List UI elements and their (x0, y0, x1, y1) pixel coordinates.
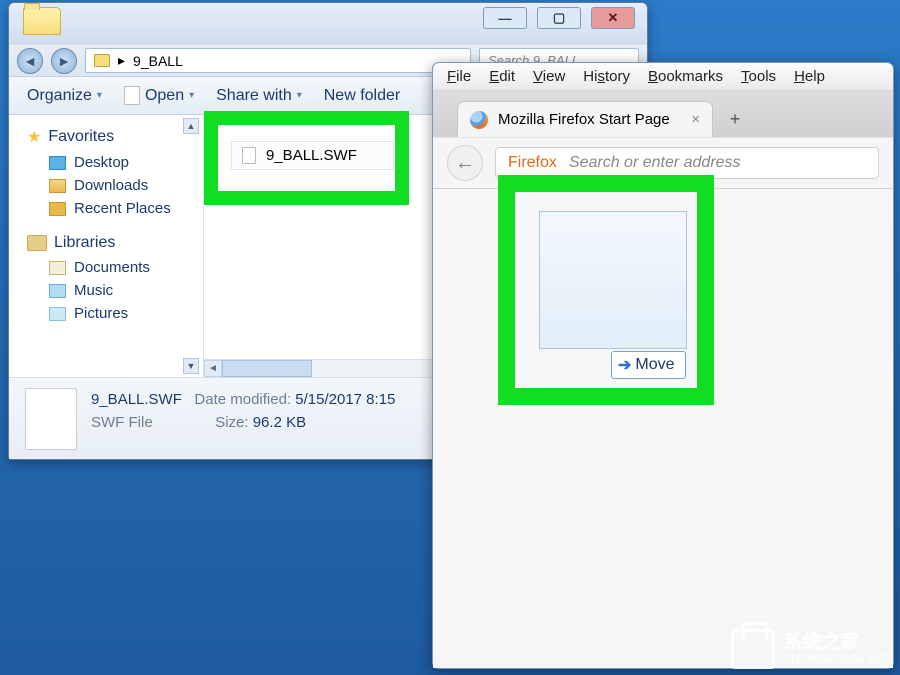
watermark-line1: 系统之家 (783, 633, 892, 654)
status-size-value: 96.2 KB (253, 414, 306, 431)
firefox-menubar: File Edit View History Bookmarks Tools H… (433, 63, 893, 91)
drag-ghost (539, 211, 687, 349)
tab-strip: Mozilla Firefox Start Page × + (433, 91, 893, 137)
folder-small-icon (94, 54, 110, 67)
status-filetype: SWF File (91, 414, 153, 431)
nav-recent-places[interactable]: Recent Places (21, 197, 199, 220)
arrow-right-icon: ➔ (618, 355, 631, 375)
open-menu[interactable]: Open▾ (124, 86, 194, 105)
close-button[interactable]: ✕ (591, 7, 635, 29)
menu-help[interactable]: Help (794, 68, 825, 85)
music-icon (49, 284, 66, 298)
menu-tools[interactable]: Tools (741, 68, 776, 85)
browser-content[interactable]: ➔ Move (433, 189, 893, 668)
tab-title: Mozilla Firefox Start Page (498, 111, 670, 128)
new-folder-button[interactable]: New folder (324, 87, 400, 105)
maximize-button[interactable]: ▢ (537, 7, 581, 29)
nav-pane[interactable]: ▲ ▼ ★Favorites Desktop Downloads Recent … (9, 115, 204, 377)
drag-tooltip: ➔ Move (611, 351, 686, 379)
browser-back-button[interactable]: ← (447, 145, 483, 181)
url-brand: Firefox (508, 154, 557, 172)
libraries-header[interactable]: Libraries (27, 234, 199, 252)
menu-view[interactable]: View (533, 68, 565, 85)
documents-icon (49, 261, 66, 275)
blank-file-icon (124, 86, 140, 105)
minimize-button[interactable]: — (483, 7, 527, 29)
file-name: 9_BALL.SWF (266, 147, 357, 164)
address-chevron: ▸ (118, 52, 125, 69)
status-filename: 9_BALL.SWF (91, 391, 182, 408)
libraries-icon (27, 235, 47, 251)
scroll-left-button[interactable]: ◄ (204, 360, 222, 377)
address-field[interactable]: ▸ 9_BALL (85, 48, 471, 73)
favorites-header[interactable]: ★Favorites (27, 127, 199, 147)
address-folder-name: 9_BALL (133, 53, 183, 69)
nav-forward-button[interactable]: ► (51, 48, 77, 74)
folder-icon (23, 7, 61, 35)
share-menu[interactable]: Share with▾ (216, 87, 302, 105)
firefox-window: File Edit View History Bookmarks Tools H… (432, 62, 894, 669)
nav-back-button[interactable]: ◄ (17, 48, 43, 74)
nav-pictures[interactable]: Pictures (21, 302, 199, 325)
firefox-logo-icon (470, 111, 488, 129)
file-item[interactable]: 9_BALL.SWF (231, 141, 394, 170)
drag-tooltip-label: Move (635, 356, 674, 374)
nav-desktop[interactable]: Desktop (21, 151, 199, 174)
menu-edit[interactable]: Edit (489, 68, 515, 85)
file-icon (242, 147, 256, 164)
watermark-line2: XITONGZHIJIA.NET (783, 653, 892, 665)
status-modified-label: Date modified: (194, 391, 291, 408)
menu-bookmarks[interactable]: Bookmarks (648, 68, 723, 85)
explorer-titlebar[interactable]: — ▢ ✕ (9, 3, 647, 45)
downloads-icon (49, 179, 66, 193)
nav-music[interactable]: Music (21, 279, 199, 302)
star-icon: ★ (27, 127, 41, 147)
watermark-logo-icon (731, 629, 775, 669)
status-file-icon (25, 388, 77, 450)
url-placeholder: Search or enter address (569, 154, 741, 172)
scroll-thumb[interactable] (222, 360, 312, 377)
nav-documents[interactable]: Documents (21, 256, 199, 279)
organize-menu[interactable]: Organize▾ (27, 87, 102, 105)
status-modified-value: 5/15/2017 8:15 (295, 391, 395, 408)
recent-places-icon (49, 202, 66, 216)
menu-history[interactable]: History (583, 68, 630, 85)
nav-downloads[interactable]: Downloads (21, 174, 199, 197)
browser-tab[interactable]: Mozilla Firefox Start Page × (457, 101, 713, 137)
pictures-icon (49, 307, 66, 321)
watermark: 系统之家 XITONGZHIJIA.NET (731, 629, 892, 669)
new-tab-button[interactable]: + (719, 105, 751, 133)
nav-scroll-up[interactable]: ▲ (183, 118, 199, 134)
menu-file[interactable]: File (447, 68, 471, 85)
status-size-label: Size: (215, 414, 248, 431)
tab-close-button[interactable]: × (691, 111, 700, 128)
nav-scroll-down[interactable]: ▼ (183, 358, 199, 374)
desktop-icon (49, 156, 66, 170)
